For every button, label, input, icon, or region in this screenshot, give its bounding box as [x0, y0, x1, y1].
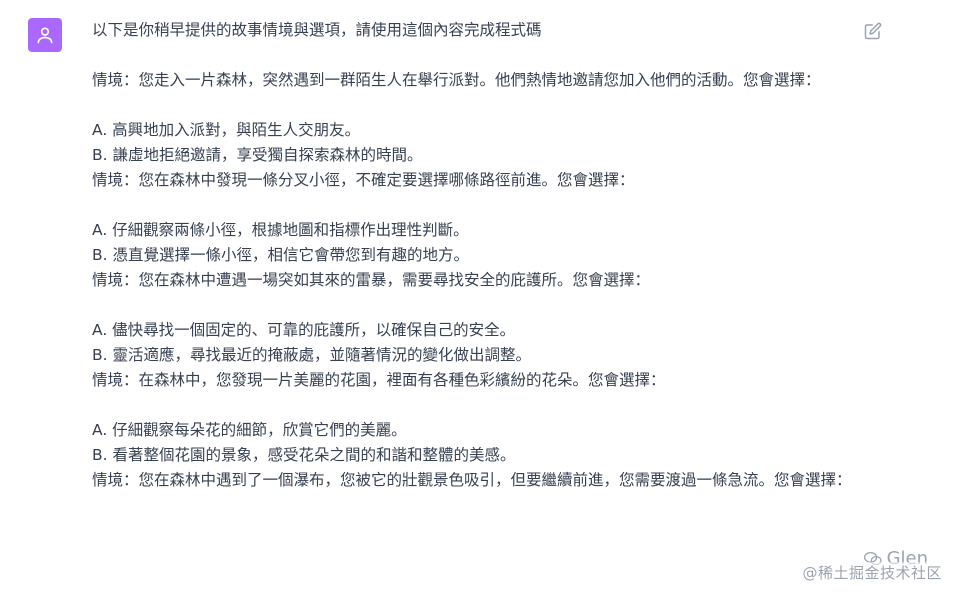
message-line: 情境：您在森林中遇到了一個瀑布，您被它的壯觀景色吸引，但要繼續前進，您需要渡過一… — [92, 471, 852, 489]
message-intro: 以下是你稍早提供的故事情境與選項，請使用這個內容完成程式碼 — [92, 21, 542, 39]
edit-icon — [864, 22, 882, 40]
user-icon — [37, 27, 53, 44]
message-line: B. 憑直覺選擇一條小徑，相信它會帶您到有趣的地方。 — [92, 246, 469, 264]
message-line: B. 靈活適應，尋找最近的掩蔽處，並隨著情況的變化做出調整。 — [92, 346, 531, 364]
watermark-site: @稀土掘金技术社区 — [802, 562, 942, 583]
message-content: 以下是你稍早提供的故事情境與選項，請使用這個內容完成程式碼 情境：您走入一片森林… — [92, 18, 852, 493]
message-line: 情境：您走入一片森林，突然遇到一群陌生人在舉行派對。他們熱情地邀請您加入他們的活… — [92, 71, 821, 89]
message-line: 情境：您在森林中遭遇一場突如其來的雷暴，需要尋找安全的庇護所。您會選擇： — [92, 271, 651, 289]
message-line: 情境：您在森林中發現一條分叉小徑，不確定要選擇哪條路徑前進。您會選擇： — [92, 171, 635, 189]
message-line: A. 高興地加入派對，與陌生人交朋友。 — [92, 121, 361, 139]
message-line: B. 謙虛地拒絕邀請，享受獨自探索森林的時間。 — [92, 146, 423, 164]
user-message: 以下是你稍早提供的故事情境與選項，請使用這個內容完成程式碼 情境：您走入一片森林… — [0, 0, 960, 599]
message-line: A. 儘快尋找一個固定的、可靠的庇護所，以確保自己的安全。 — [92, 321, 516, 339]
message-line: B. 看著整個花園的景象，感受花朵之間的和諧和整體的美感。 — [92, 446, 516, 464]
message-line: 情境：在森林中，您發現一片美麗的花園，裡面有各種色彩繽紛的花朵。您會選擇： — [92, 371, 666, 389]
message-line: A. 仔細觀察每朵花的細節，欣賞它們的美麗。 — [92, 421, 407, 439]
message-line: A. 仔細觀察兩條小徑，根據地圖和指標作出理性判斷。 — [92, 221, 469, 239]
watermark: Glen @稀土掘金技术社区 — [776, 548, 956, 590]
edit-message-button[interactable] — [862, 20, 884, 42]
user-avatar — [28, 18, 62, 52]
